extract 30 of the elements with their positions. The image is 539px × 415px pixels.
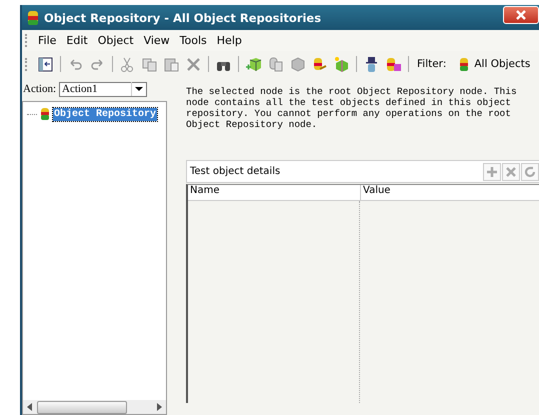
horizontal-scrollbar[interactable] bbox=[23, 400, 166, 414]
caret-icon bbox=[131, 82, 146, 96]
add-icon[interactable] bbox=[483, 162, 501, 180]
scroll-left-icon[interactable] bbox=[26, 402, 34, 412]
refresh-icon[interactable] bbox=[521, 162, 539, 180]
action-dropdown[interactable]: Action1 bbox=[59, 82, 147, 96]
menu-item[interactable]: Help bbox=[212, 34, 247, 47]
menu-item[interactable]: Edit bbox=[61, 34, 93, 47]
database-icon bbox=[459, 56, 470, 72]
details-title: Test object details bbox=[190, 166, 280, 177]
filter-label: Filter: bbox=[417, 58, 446, 70]
menu-item[interactable]: File bbox=[33, 34, 62, 47]
tree-node[interactable]: Object Repository bbox=[53, 108, 158, 120]
column-header[interactable]: Name bbox=[188, 185, 361, 200]
filter-dropdown[interactable]: All Objects bbox=[449, 56, 530, 72]
database-icon bbox=[27, 10, 39, 26]
column-header[interactable]: Value bbox=[361, 185, 539, 200]
scroll-right-icon[interactable] bbox=[155, 402, 163, 412]
menu-item[interactable]: View bbox=[138, 34, 175, 47]
window-title: Object Repository - All Object Repositories bbox=[44, 10, 322, 24]
action-label: Action: bbox=[23, 83, 56, 95]
close-icon bbox=[515, 8, 527, 20]
menu-item[interactable]: Tools bbox=[174, 34, 212, 47]
box-star-icon[interactable] bbox=[332, 54, 351, 74]
delete-icon[interactable] bbox=[502, 162, 520, 180]
close-button[interactable] bbox=[503, 6, 539, 24]
description-text: The selected node is the root Object Repository node. This node contains all the test objects defined in this object repository. You cannot perform any operations on the root Object Repository node. bbox=[186, 86, 518, 130]
database-icon bbox=[40, 107, 50, 121]
menu-item[interactable]: Object bbox=[92, 34, 139, 47]
panel-icon[interactable] bbox=[36, 54, 55, 74]
